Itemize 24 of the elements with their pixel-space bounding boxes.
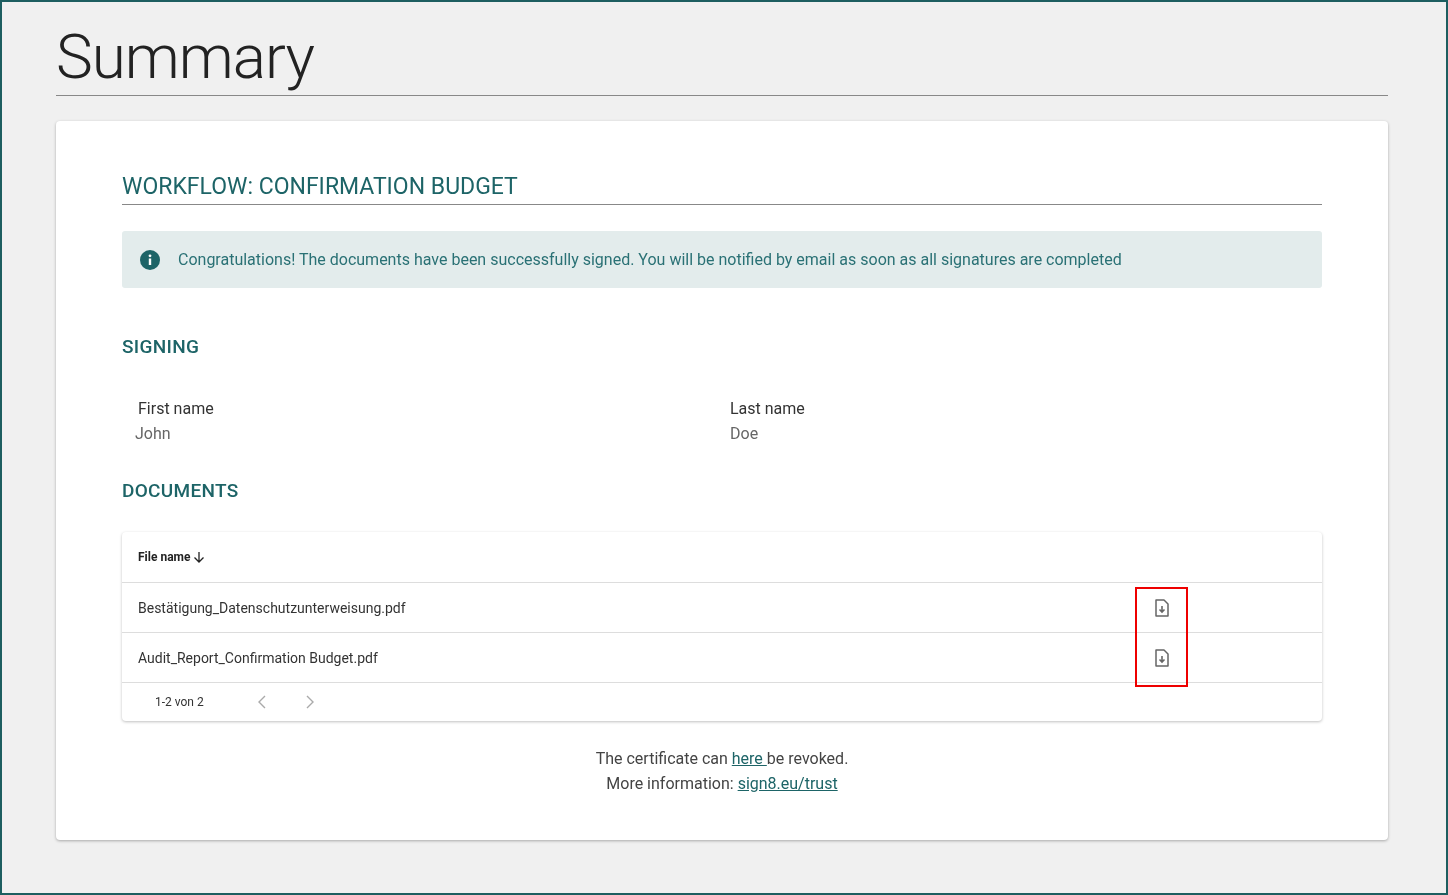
download-button[interactable]	[1155, 648, 1169, 667]
download-button[interactable]	[1155, 598, 1169, 617]
chevron-left-icon	[258, 695, 266, 709]
info-icon	[140, 249, 160, 270]
table-cell: Audit_Report_Confirmation Budget.pdf	[138, 649, 378, 666]
field-label: Last name	[730, 399, 806, 418]
page-title: Summary	[56, 2, 1388, 96]
file-download-icon	[1155, 648, 1169, 667]
chevron-right-icon	[306, 695, 314, 709]
field-value: John	[135, 424, 172, 443]
workflow-title: WORKFLOW: CONFIRMATION BUDGET	[122, 173, 1322, 205]
more-info-note: More information: sign8.eu/trust	[605, 773, 839, 795]
column-header[interactable]: File name	[138, 550, 206, 564]
revoke-note: The certificate can here be revoked.	[594, 748, 850, 770]
pagination-range: 1-2 von 2	[155, 695, 205, 709]
revoke-link[interactable]: here	[731, 749, 767, 768]
trust-link[interactable]: sign8.eu/trust	[737, 774, 838, 793]
info-message: Congratulations! The documents have been successfully signed. You will be notified by email as soon as all signatures are completed	[178, 250, 1122, 269]
field-value: Doe	[730, 424, 760, 443]
table-cell: Bestätigung_Datenschutzunterweisung.pdf	[138, 599, 406, 616]
section-heading: DOCUMENTS	[122, 479, 240, 502]
section-heading: SIGNING	[122, 335, 201, 358]
field-label: First name	[138, 399, 215, 418]
file-download-icon	[1155, 598, 1169, 617]
